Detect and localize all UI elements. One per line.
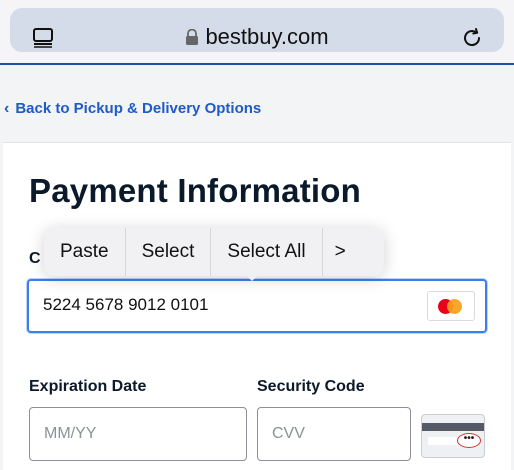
page-title: Payment Information [29, 172, 362, 209]
reload-icon[interactable] [460, 26, 484, 50]
mastercard-icon [427, 291, 475, 321]
security-code-input[interactable] [272, 425, 392, 443]
browser-toolbar: bestbuy.com [0, 0, 514, 64]
address-bar[interactable]: bestbuy.com [10, 8, 504, 52]
url-text: bestbuy.com [205, 24, 329, 49]
edit-context-menu: Paste Select Select All > [44, 228, 384, 281]
paste-menu-item[interactable]: Paste [44, 228, 126, 276]
back-link-label: Back to Pickup & Delivery Options [15, 100, 262, 117]
security-code-label: Security Code [257, 378, 365, 395]
expiration-date-input[interactable] [44, 425, 164, 443]
header-accent-line [0, 63, 514, 65]
card-number-field[interactable] [27, 279, 487, 333]
lock-icon [186, 29, 199, 45]
expiration-date-field[interactable] [29, 407, 247, 461]
card-number-input[interactable] [43, 295, 423, 315]
select-menu-item[interactable]: Select [126, 228, 212, 276]
url-display[interactable]: bestbuy.com [10, 24, 504, 50]
expiration-date-label: Expiration Date [29, 378, 147, 395]
security-code-field[interactable] [257, 407, 411, 461]
more-options-icon[interactable]: > [323, 228, 358, 276]
cvv-dots: ••• [457, 433, 481, 448]
chevron-left-icon: ‹ [4, 100, 10, 117]
card-number-label: C [29, 250, 41, 267]
back-to-delivery-link[interactable]: ‹ Back to Pickup & Delivery Options [4, 100, 261, 118]
magnetic-stripe [422, 423, 484, 431]
cvv-hint-card-icon: ••• [421, 414, 485, 458]
context-menu-pointer [243, 272, 261, 282]
mastercard-orange-circle [447, 299, 462, 314]
select-all-menu-item[interactable]: Select All [211, 228, 323, 276]
